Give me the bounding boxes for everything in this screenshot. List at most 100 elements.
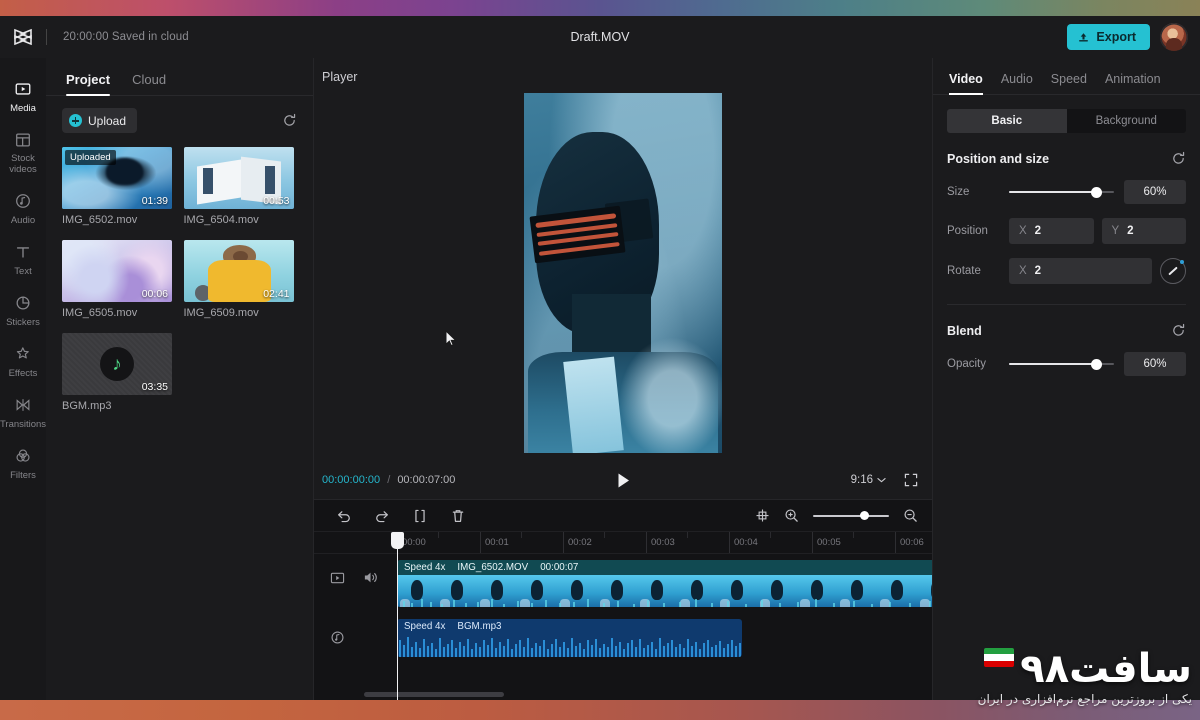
split-button[interactable] xyxy=(412,508,428,524)
basic-background-segmented-control: Basic Background xyxy=(947,109,1186,133)
opacity-value[interactable]: 60% xyxy=(1124,352,1186,376)
size-row: Size 60% xyxy=(933,180,1200,204)
tab-audio[interactable]: Audio xyxy=(1001,72,1033,94)
media-icon xyxy=(13,79,33,99)
sidebar-item-filters[interactable]: Filters xyxy=(0,439,46,488)
tab-project[interactable]: Project xyxy=(66,72,110,95)
volume-icon[interactable] xyxy=(363,570,379,585)
sidebar-item-effects[interactable]: Effects xyxy=(0,337,46,386)
media-thumbnail[interactable]: 00:53 xyxy=(184,147,294,209)
desktop-gradient-bottom xyxy=(0,700,1200,720)
size-slider[interactable] xyxy=(1009,186,1114,198)
delete-button[interactable] xyxy=(450,508,466,524)
video-track-icon[interactable] xyxy=(330,571,345,585)
audio-track-header xyxy=(314,630,396,645)
media-thumbnail[interactable]: 00:06 xyxy=(62,240,172,302)
playhead-handle[interactable] xyxy=(391,532,404,549)
reset-icon[interactable] xyxy=(1171,151,1186,166)
tab-video[interactable]: Video xyxy=(949,72,983,94)
zoom-slider-handle[interactable] xyxy=(860,511,869,520)
tab-cloud[interactable]: Cloud xyxy=(132,72,166,95)
aspect-ratio-dropdown[interactable]: 9:16 xyxy=(851,474,886,486)
timeline-ruler[interactable]: 00:00 00:01 00:02 00:03 00:04 00:05 00:0… xyxy=(314,532,932,554)
video-clip-name: IMG_6502.MOV xyxy=(457,562,528,573)
tab-speed[interactable]: Speed xyxy=(1051,72,1087,94)
reset-icon[interactable] xyxy=(1171,323,1186,338)
player-controls: 00:00:00:00 / 00:00:07:00 9:16 xyxy=(314,461,932,499)
sidebar-item-audio[interactable]: Audio xyxy=(0,184,46,233)
position-label: Position xyxy=(947,225,999,237)
saved-status: 20:00:00 Saved in cloud xyxy=(63,31,189,43)
ruler-tick-label: 00:05 xyxy=(817,537,841,548)
segment-background[interactable]: Background xyxy=(1067,109,1187,133)
rotate-field[interactable]: X 2 xyxy=(1009,258,1152,284)
tab-animation[interactable]: Animation xyxy=(1105,72,1161,94)
current-time: 00:00:00:00 xyxy=(322,474,380,486)
position-x-axis-label: X xyxy=(1019,225,1027,237)
zoom-out-icon[interactable] xyxy=(903,508,918,523)
blend-title: Blend xyxy=(947,324,982,338)
sidebar-label-effects: Effects xyxy=(9,368,38,379)
sidebar-item-transitions[interactable]: Transitions xyxy=(0,388,46,437)
media-item[interactable]: 00:06 IMG_6505.mov xyxy=(62,240,176,319)
player-stage[interactable] xyxy=(314,84,932,461)
media-item[interactable]: 00:53 IMG_6504.mov xyxy=(184,147,298,226)
audio-track-icon[interactable] xyxy=(330,630,345,645)
zoom-in-icon[interactable] xyxy=(784,508,799,523)
media-item[interactable]: Uploaded 01:39 IMG_6502.mov xyxy=(62,147,176,226)
audio-clip[interactable]: Speed 4x BGM.mp3 xyxy=(397,619,742,657)
inspector-panel: Video Audio Speed Animation Basic Backgr… xyxy=(932,58,1200,700)
media-filename: IMG_6502.mov xyxy=(62,214,176,226)
rotate-dial-icon[interactable] xyxy=(1160,258,1186,284)
sidebar-item-stickers[interactable]: Stickers xyxy=(0,286,46,335)
effects-icon xyxy=(13,344,33,364)
transitions-icon xyxy=(13,395,33,415)
opacity-slider-handle[interactable] xyxy=(1091,359,1102,370)
sidebar-label-text: Text xyxy=(14,266,31,277)
media-thumbnail[interactable]: Uploaded 01:39 xyxy=(62,147,172,209)
audio-icon xyxy=(13,191,33,211)
video-preview[interactable] xyxy=(524,93,722,453)
video-clip-header: Speed 4x IMG_6502.MOV 00:00:07 xyxy=(397,560,932,575)
play-button[interactable] xyxy=(610,468,636,492)
zoom-slider[interactable] xyxy=(813,510,889,522)
rotate-row: Rotate X 2 xyxy=(933,258,1200,284)
timeline-horizontal-scrollbar[interactable] xyxy=(364,692,504,697)
upload-button[interactable]: Upload xyxy=(62,108,137,133)
media-duration: 01:39 xyxy=(142,195,168,207)
media-duration: 03:35 xyxy=(142,381,168,393)
sidebar-item-text[interactable]: Text xyxy=(0,235,46,284)
media-thumbnail[interactable]: 02:41 xyxy=(184,240,294,302)
filters-icon xyxy=(13,446,33,466)
aspect-ratio-value: 9:16 xyxy=(851,474,873,486)
play-icon xyxy=(616,472,631,489)
opacity-slider[interactable] xyxy=(1009,358,1114,370)
size-value[interactable]: 60% xyxy=(1124,180,1186,204)
position-x-field[interactable]: X 2 xyxy=(1009,218,1094,244)
capcut-logo-icon[interactable] xyxy=(0,28,46,46)
position-y-field[interactable]: Y 2 xyxy=(1102,218,1187,244)
media-item[interactable]: ♪ 03:35 BGM.mp3 xyxy=(62,333,176,412)
media-item[interactable]: 02:41 IMG_6509.mov xyxy=(184,240,298,319)
titlebar-right-group: Export xyxy=(1067,23,1200,51)
title-bar: 20:00:00 Saved in cloud Draft.MOV Export xyxy=(0,16,1200,58)
sidebar-item-media[interactable]: Media xyxy=(0,72,46,121)
fullscreen-icon[interactable] xyxy=(904,473,918,487)
media-thumbnail[interactable]: ♪ 03:35 xyxy=(62,333,172,395)
refresh-icon[interactable] xyxy=(282,113,297,128)
avatar[interactable] xyxy=(1160,23,1188,51)
undo-button[interactable] xyxy=(336,508,352,524)
redo-button[interactable] xyxy=(374,508,390,524)
export-label: Export xyxy=(1096,30,1136,44)
audio-clip-name: BGM.mp3 xyxy=(457,621,501,632)
video-clip[interactable]: Speed 4x IMG_6502.MOV 00:00:07 xyxy=(397,560,932,607)
fit-to-screen-icon[interactable] xyxy=(755,508,770,523)
segment-basic[interactable]: Basic xyxy=(947,109,1067,133)
size-slider-handle[interactable] xyxy=(1091,187,1102,198)
sidebar-item-stock-videos[interactable]: Stock videos xyxy=(0,123,46,182)
export-button[interactable]: Export xyxy=(1067,24,1150,50)
timeline-tracks[interactable]: Speed 4x IMG_6502.MOV 00:00:07 xyxy=(314,554,932,700)
mouse-cursor xyxy=(445,330,457,347)
upload-label: Upload xyxy=(88,114,126,128)
playhead[interactable] xyxy=(397,532,398,700)
